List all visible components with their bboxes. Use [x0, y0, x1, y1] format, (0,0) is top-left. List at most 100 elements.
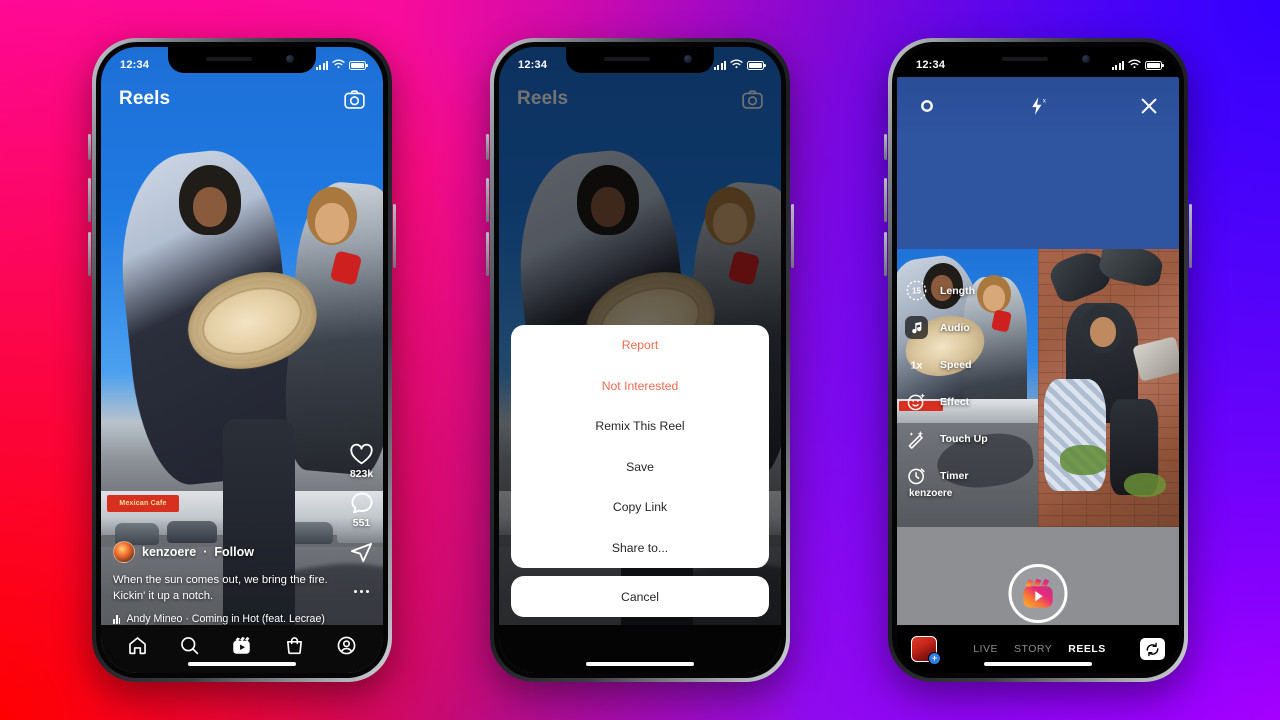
person-face-right — [315, 203, 349, 243]
mute-switch-2[interactable] — [486, 134, 489, 160]
mode-reels[interactable]: REELS — [1068, 643, 1106, 655]
tool-label-audio: Audio — [940, 321, 970, 334]
profile-icon — [336, 635, 357, 656]
volume-up-button-2[interactable] — [486, 178, 489, 222]
notch-2 — [566, 47, 714, 73]
gallery-add-badge: + — [928, 652, 941, 665]
menu-item-save[interactable]: Save — [511, 447, 769, 488]
more-dots-icon[interactable] — [354, 590, 369, 594]
mute-switch-3[interactable] — [884, 134, 887, 160]
comment-count: 551 — [352, 517, 371, 529]
tool-label-speed: Speed — [940, 358, 972, 371]
status-time-3: 12:34 — [916, 59, 946, 71]
volume-down-button-3[interactable] — [884, 232, 887, 276]
wifi-icon — [332, 56, 345, 74]
front-camera-2 — [684, 55, 692, 63]
camera-username-overlay: kenzoere — [909, 488, 953, 499]
front-camera — [286, 55, 294, 63]
search-icon — [179, 635, 200, 656]
home-icon — [127, 635, 148, 656]
phone1-screen: Mexican Cafe Reels 823k 551 kenzoere · F… — [101, 47, 383, 673]
tool-timer[interactable]: Timer — [905, 464, 988, 487]
remix-right-clip[interactable] — [1038, 249, 1179, 527]
heart-icon — [349, 443, 374, 466]
follow-button[interactable]: Follow — [214, 545, 254, 559]
phone-device-feed: Mexican Cafe Reels 823k 551 kenzoere · F… — [88, 38, 396, 682]
audio-track-label: Andy Mineo · Coming in Hot (feat. Lecrae… — [126, 613, 325, 625]
power-button[interactable] — [393, 204, 396, 268]
cellular-signal-icon — [316, 60, 328, 70]
avatar[interactable] — [113, 540, 135, 563]
menu-item-copy-link[interactable]: Copy Link — [511, 487, 769, 528]
storefront-sign: Mexican Cafe — [107, 495, 179, 512]
earpiece-speaker-3 — [1002, 57, 1048, 61]
power-button-3[interactable] — [1189, 204, 1192, 268]
separator: · — [203, 544, 208, 559]
comment-button[interactable]: 551 — [350, 491, 374, 529]
volume-up-button-3[interactable] — [884, 178, 887, 222]
gear-icon[interactable] — [917, 96, 937, 116]
caption-line-2: Kickin' it up a notch. — [113, 589, 214, 602]
length-value: 15 — [912, 287, 921, 296]
home-indicator-2 — [586, 662, 694, 666]
tool-speed[interactable]: 1x Speed — [905, 353, 988, 376]
reels-clapper-icon — [1021, 577, 1055, 611]
tool-label-timer: Timer — [940, 469, 969, 482]
user-row[interactable]: kenzoere · Follow — [113, 540, 369, 563]
menu-item-report[interactable]: Report — [511, 325, 769, 366]
phone-device-camera: x 15 Length Audio 1x Speed Effect Touch … — [884, 38, 1192, 682]
gallery-thumbnail-icon[interactable]: + — [911, 636, 941, 665]
mute-switch[interactable] — [88, 134, 91, 160]
battery-icon — [349, 60, 368, 70]
tool-label-length: Length — [940, 284, 975, 297]
share-button[interactable] — [349, 540, 374, 565]
mode-live[interactable]: LIVE — [973, 643, 998, 655]
notch-3 — [964, 47, 1112, 73]
power-button-2[interactable] — [791, 204, 794, 268]
camera-icon[interactable] — [344, 89, 365, 109]
reels-icon — [231, 635, 252, 656]
page-title: Reels — [119, 88, 171, 109]
effect-smiley-icon — [905, 390, 928, 413]
username[interactable]: kenzoere — [142, 545, 196, 559]
tool-length[interactable]: 15 Length — [905, 279, 988, 302]
home-indicator — [188, 662, 296, 666]
volume-down-button[interactable] — [88, 232, 91, 276]
sidebar-item-shop[interactable] — [284, 635, 305, 656]
battery-icon-2 — [747, 60, 766, 70]
screenshot-stage: Mexican Cafe Reels 823k 551 kenzoere · F… — [0, 0, 1280, 720]
close-x-icon[interactable] — [1139, 96, 1159, 116]
volume-up-button[interactable] — [88, 178, 91, 222]
reels-header: Reels — [101, 77, 383, 121]
camera-capture-screen: x 15 Length Audio 1x Speed Effect Touch … — [897, 47, 1179, 673]
menu-item-not-interested[interactable]: Not Interested — [511, 366, 769, 407]
action-sheet: Report Not Interested Remix This Reel Sa… — [511, 325, 769, 617]
tool-audio[interactable]: Audio — [905, 316, 988, 339]
action-sheet-card: Report Not Interested Remix This Reel Sa… — [511, 325, 769, 568]
tool-touch-up[interactable]: Touch Up — [905, 427, 988, 450]
capture-mode-selector: LIVE STORY REELS — [939, 643, 1140, 655]
menu-item-remix-this-reel[interactable]: Remix This Reel — [511, 406, 769, 447]
caption-line-1: When the sun comes out, we bring the fir… — [113, 573, 328, 586]
sidebar-item-profile[interactable] — [336, 635, 357, 656]
phone-device-menu: Reels Report — [486, 38, 794, 682]
person-face-left — [193, 187, 227, 227]
volume-down-button-2[interactable] — [486, 232, 489, 276]
audio-waveform-icon — [113, 614, 121, 624]
audio-note-icon — [905, 316, 928, 339]
audio-track-row[interactable]: Andy Mineo · Coming in Hot (feat. Lecrae… — [113, 613, 369, 625]
length-dial-icon: 15 — [905, 279, 928, 302]
like-button[interactable]: 823k — [349, 443, 374, 480]
menu-item-share-to[interactable]: Share to... — [511, 528, 769, 569]
cancel-button[interactable]: Cancel — [511, 576, 769, 617]
sidebar-item-home[interactable] — [127, 635, 148, 656]
tool-effect[interactable]: Effect — [905, 390, 988, 413]
sidebar-item-reels[interactable] — [231, 635, 252, 656]
sidebar-item-search[interactable] — [179, 635, 200, 656]
mode-story[interactable]: STORY — [1014, 643, 1052, 655]
record-button[interactable] — [1008, 564, 1068, 623]
flip-camera-icon[interactable] — [1140, 638, 1165, 660]
front-camera-3 — [1082, 55, 1090, 63]
flash-off-icon[interactable]: x — [1027, 96, 1049, 116]
like-count: 823k — [349, 468, 374, 480]
